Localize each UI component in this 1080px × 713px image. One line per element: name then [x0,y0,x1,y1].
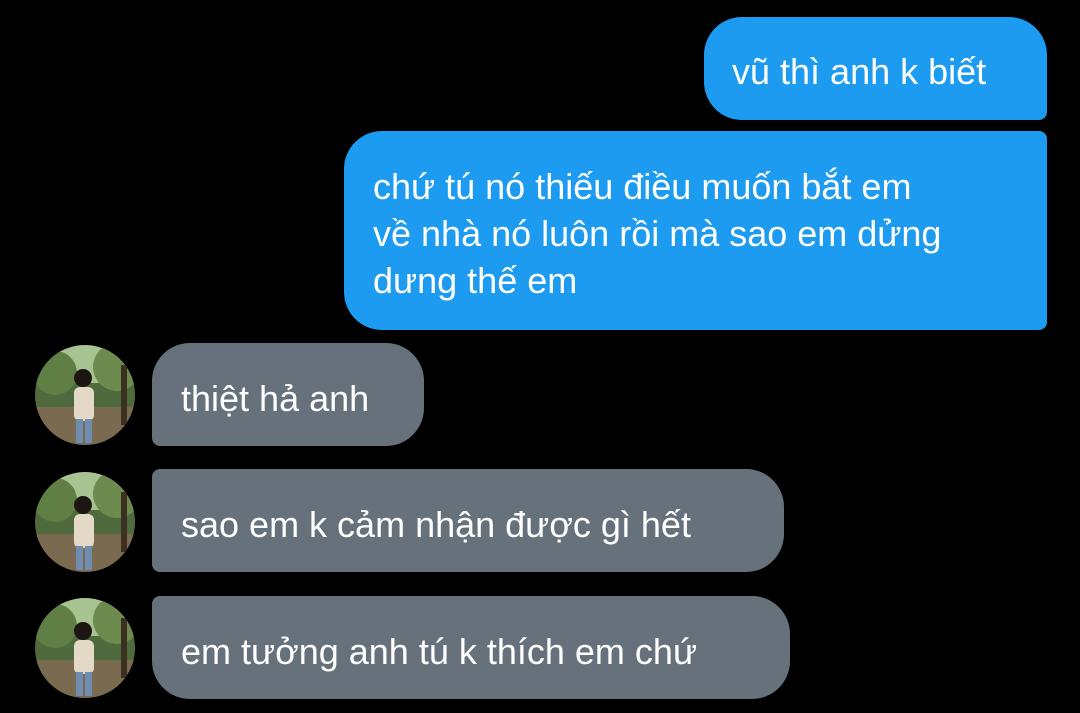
person-photo-avatar-icon [35,345,135,445]
message-bubble-incoming[interactable]: thiệt hả anh [152,343,424,446]
contact-avatar[interactable] [35,345,135,445]
message-bubble-outgoing[interactable]: vũ thì anh k biết [704,17,1047,120]
person-photo-avatar-icon [35,472,135,572]
message-bubble-outgoing[interactable]: chứ tú nó thiếu điều muốn bắt em về nhà … [344,131,1047,330]
person-photo-avatar-icon [35,598,135,698]
contact-avatar[interactable] [35,598,135,698]
message-bubble-incoming[interactable]: em tưởng anh tú k thích em chứ [152,596,790,699]
contact-avatar[interactable] [35,472,135,572]
message-bubble-incoming[interactable]: sao em k cảm nhận được gì hết [152,469,784,572]
